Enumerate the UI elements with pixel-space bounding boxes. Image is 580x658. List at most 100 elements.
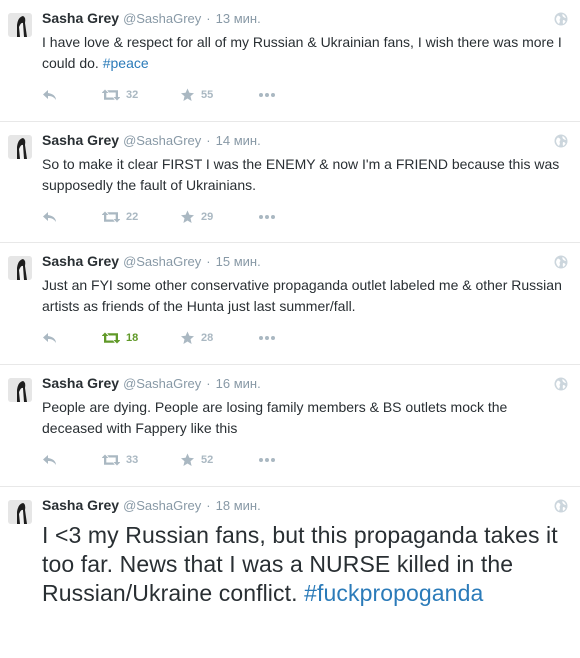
reply-icon (43, 90, 56, 100)
globe-icon (554, 134, 568, 148)
avatar-image (8, 13, 32, 37)
avatar[interactable] (8, 256, 32, 280)
tweet[interactable]: Sasha Grey @SashaGrey · 18 мин. I <3 my … (0, 487, 580, 658)
retweet-icon (102, 332, 120, 344)
retweet-count: 22 (126, 211, 139, 223)
retweet-count: 18 (126, 332, 139, 344)
tweet-text: So to make it clear FIRST I was the ENEM… (42, 154, 566, 196)
separator-dot: · (206, 254, 211, 269)
timestamp[interactable]: 13 мин. (216, 11, 261, 26)
tweet-header: Sasha Grey @SashaGrey · 16 мин. (42, 375, 566, 395)
reply-button[interactable] (42, 332, 102, 344)
author-handle[interactable]: @SashaGrey (123, 376, 201, 391)
avatar[interactable] (8, 500, 32, 524)
retweet-icon (102, 454, 120, 466)
separator-dot: · (206, 376, 211, 391)
tweet-text: People are dying. People are losing fami… (42, 397, 566, 439)
tweet[interactable]: Sasha Grey @SashaGrey · 13 мин. I have l… (0, 0, 580, 122)
tweet-feed: Sasha Grey @SashaGrey · 13 мин. I have l… (0, 0, 580, 658)
avatar[interactable] (8, 378, 32, 402)
reply-button[interactable] (42, 454, 102, 466)
favorite-count: 29 (201, 211, 214, 223)
retweet-button[interactable]: 22 (102, 211, 180, 223)
timestamp[interactable]: 14 мин. (216, 133, 261, 148)
star-icon (181, 210, 194, 223)
hashtag-link[interactable]: #fuckpropoganda (304, 580, 483, 606)
tweet-text-body: People are dying. People are losing fami… (42, 399, 508, 436)
favorite-button[interactable]: 29 (180, 210, 258, 224)
timestamp[interactable]: 18 мин. (216, 498, 261, 513)
favorite-count: 28 (201, 332, 214, 344)
separator-dot: · (206, 133, 211, 148)
reply-icon (43, 212, 56, 222)
more-button[interactable] (258, 214, 276, 220)
tweet[interactable]: Sasha Grey @SashaGrey · 14 мин. So to ma… (0, 122, 580, 243)
favorite-count: 52 (201, 454, 214, 466)
more-button[interactable] (258, 335, 276, 341)
tweet-text-body: Just an FYI some other conservative prop… (42, 277, 562, 314)
reply-button[interactable] (42, 89, 102, 101)
retweet-count: 32 (126, 89, 139, 101)
star-icon (181, 331, 194, 344)
tweet[interactable]: Sasha Grey @SashaGrey · 16 мин. People a… (0, 365, 580, 487)
more-icon (259, 458, 275, 462)
author-handle[interactable]: @SashaGrey (123, 133, 201, 148)
avatar-image (8, 378, 32, 402)
author-name[interactable]: Sasha Grey (42, 132, 119, 148)
favorite-button[interactable]: 55 (180, 88, 258, 102)
reply-icon (43, 455, 56, 465)
timestamp[interactable]: 16 мин. (216, 376, 261, 391)
author-name[interactable]: Sasha Grey (42, 497, 119, 513)
author-name[interactable]: Sasha Grey (42, 10, 119, 26)
more-button[interactable] (258, 92, 276, 98)
tweet-text: Just an FYI some other conservative prop… (42, 275, 566, 317)
more-icon (259, 336, 275, 340)
retweet-icon (102, 211, 120, 223)
tweet-text-body: So to make it clear FIRST I was the ENEM… (42, 156, 560, 193)
more-icon (259, 215, 275, 219)
globe-icon (554, 377, 568, 391)
timestamp[interactable]: 15 мин. (216, 254, 261, 269)
tweet-actions: 33 52 (42, 450, 276, 470)
tweet-header: Sasha Grey @SashaGrey · 13 мин. (42, 10, 566, 30)
retweet-button[interactable]: 18 (102, 332, 180, 344)
reply-icon (43, 333, 56, 343)
tweet-header: Sasha Grey @SashaGrey · 18 мин. (42, 497, 566, 517)
retweet-icon (102, 89, 120, 101)
retweet-count: 33 (126, 454, 139, 466)
retweet-button[interactable]: 32 (102, 89, 180, 101)
avatar-image (8, 135, 32, 159)
tweet-actions: 22 29 (42, 207, 276, 227)
globe-icon (554, 499, 568, 513)
author-name[interactable]: Sasha Grey (42, 375, 119, 391)
tweet-text: I have love & respect for all of my Russ… (42, 32, 566, 74)
retweet-button[interactable]: 33 (102, 454, 180, 466)
separator-dot: · (206, 11, 211, 26)
globe-icon (554, 12, 568, 26)
author-handle[interactable]: @SashaGrey (123, 498, 201, 513)
avatar-image (8, 256, 32, 280)
more-button[interactable] (258, 457, 276, 463)
star-icon (181, 453, 194, 466)
author-handle[interactable]: @SashaGrey (123, 11, 201, 26)
tweet[interactable]: Sasha Grey @SashaGrey · 15 мин. Just an … (0, 243, 580, 365)
author-handle[interactable]: @SashaGrey (123, 254, 201, 269)
avatar[interactable] (8, 135, 32, 159)
avatar-image (8, 500, 32, 524)
favorite-button[interactable]: 52 (180, 453, 258, 467)
star-icon (181, 88, 194, 101)
tweet-text: I <3 my Russian fans, but this propagand… (42, 521, 566, 608)
separator-dot: · (206, 498, 211, 513)
more-icon (259, 93, 275, 97)
hashtag-link[interactable]: #peace (103, 55, 149, 71)
tweet-header: Sasha Grey @SashaGrey · 15 мин. (42, 253, 566, 273)
tweet-actions: 32 55 (42, 85, 276, 105)
reply-button[interactable] (42, 211, 102, 223)
favorite-count: 55 (201, 89, 214, 101)
globe-icon (554, 255, 568, 269)
favorite-button[interactable]: 28 (180, 331, 258, 345)
author-name[interactable]: Sasha Grey (42, 253, 119, 269)
tweet-header: Sasha Grey @SashaGrey · 14 мин. (42, 132, 566, 152)
tweet-actions: 18 28 (42, 328, 276, 348)
avatar[interactable] (8, 13, 32, 37)
